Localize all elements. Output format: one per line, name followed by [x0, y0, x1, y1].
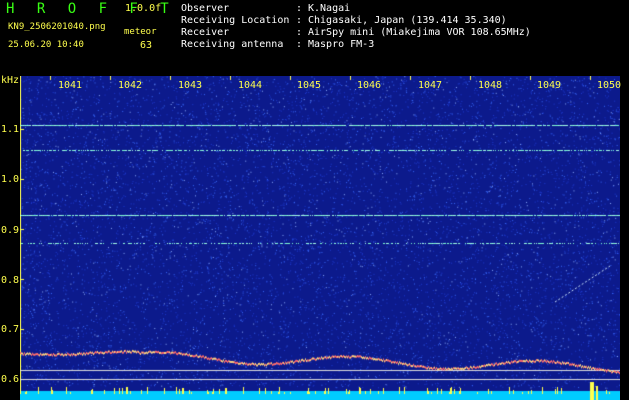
x-tick-label: 1045	[297, 80, 322, 91]
timestamp: 25.06.20 10:40	[8, 40, 84, 50]
observer-label: Observer	[181, 3, 230, 14]
file-name: KN9_2506201040.png	[8, 22, 106, 32]
location-label: Receiving Location	[181, 15, 290, 26]
meteor-count: 63	[140, 40, 153, 51]
y-tick-label: 0.7	[1, 324, 20, 335]
location-colon: :	[296, 15, 303, 26]
y-tick-label: 1.0	[1, 174, 20, 185]
y-tick-label: 0.8	[1, 275, 20, 286]
meteor-label: meteor	[124, 27, 157, 37]
receiver-label: Receiver	[181, 27, 230, 38]
x-tick-label: 1044	[238, 80, 263, 91]
observer-value: K.Nagai	[308, 3, 351, 14]
antenna-colon: :	[296, 39, 303, 50]
y-unit-label: kHz	[1, 75, 20, 86]
antenna-label: Receiving antenna	[181, 39, 284, 50]
spectrogram-canvas	[20, 76, 620, 400]
x-tick-label: 1042	[118, 80, 143, 91]
x-tick-label: 1043	[178, 80, 203, 91]
antenna-value: Maspro FM-3	[308, 39, 375, 50]
receiver-value: AirSpy mini (Miakejima VOR 108.65MHz)	[308, 27, 531, 38]
observer-colon: :	[296, 3, 303, 14]
x-tick-label: 1046	[357, 80, 382, 91]
hrofft-screen: H R O F F T 1.0.0f KN9_2506201040.png me…	[0, 0, 629, 400]
x-tick-label: 1049	[537, 80, 562, 91]
y-tick-label: 0.6	[1, 374, 20, 385]
x-tick-label: 1047	[418, 80, 443, 91]
x-tick-label: 1050	[597, 80, 622, 91]
x-tick-label: 1041	[58, 80, 83, 91]
y-tick-label: 1.1	[1, 124, 20, 135]
app-version: 1.0.0f	[125, 3, 162, 14]
y-tick-label: 0.9	[1, 225, 20, 236]
x-tick-label: 1048	[478, 80, 503, 91]
receiver-colon: :	[296, 27, 303, 38]
location-value: Chigasaki, Japan (139.414 35.340)	[308, 15, 507, 26]
